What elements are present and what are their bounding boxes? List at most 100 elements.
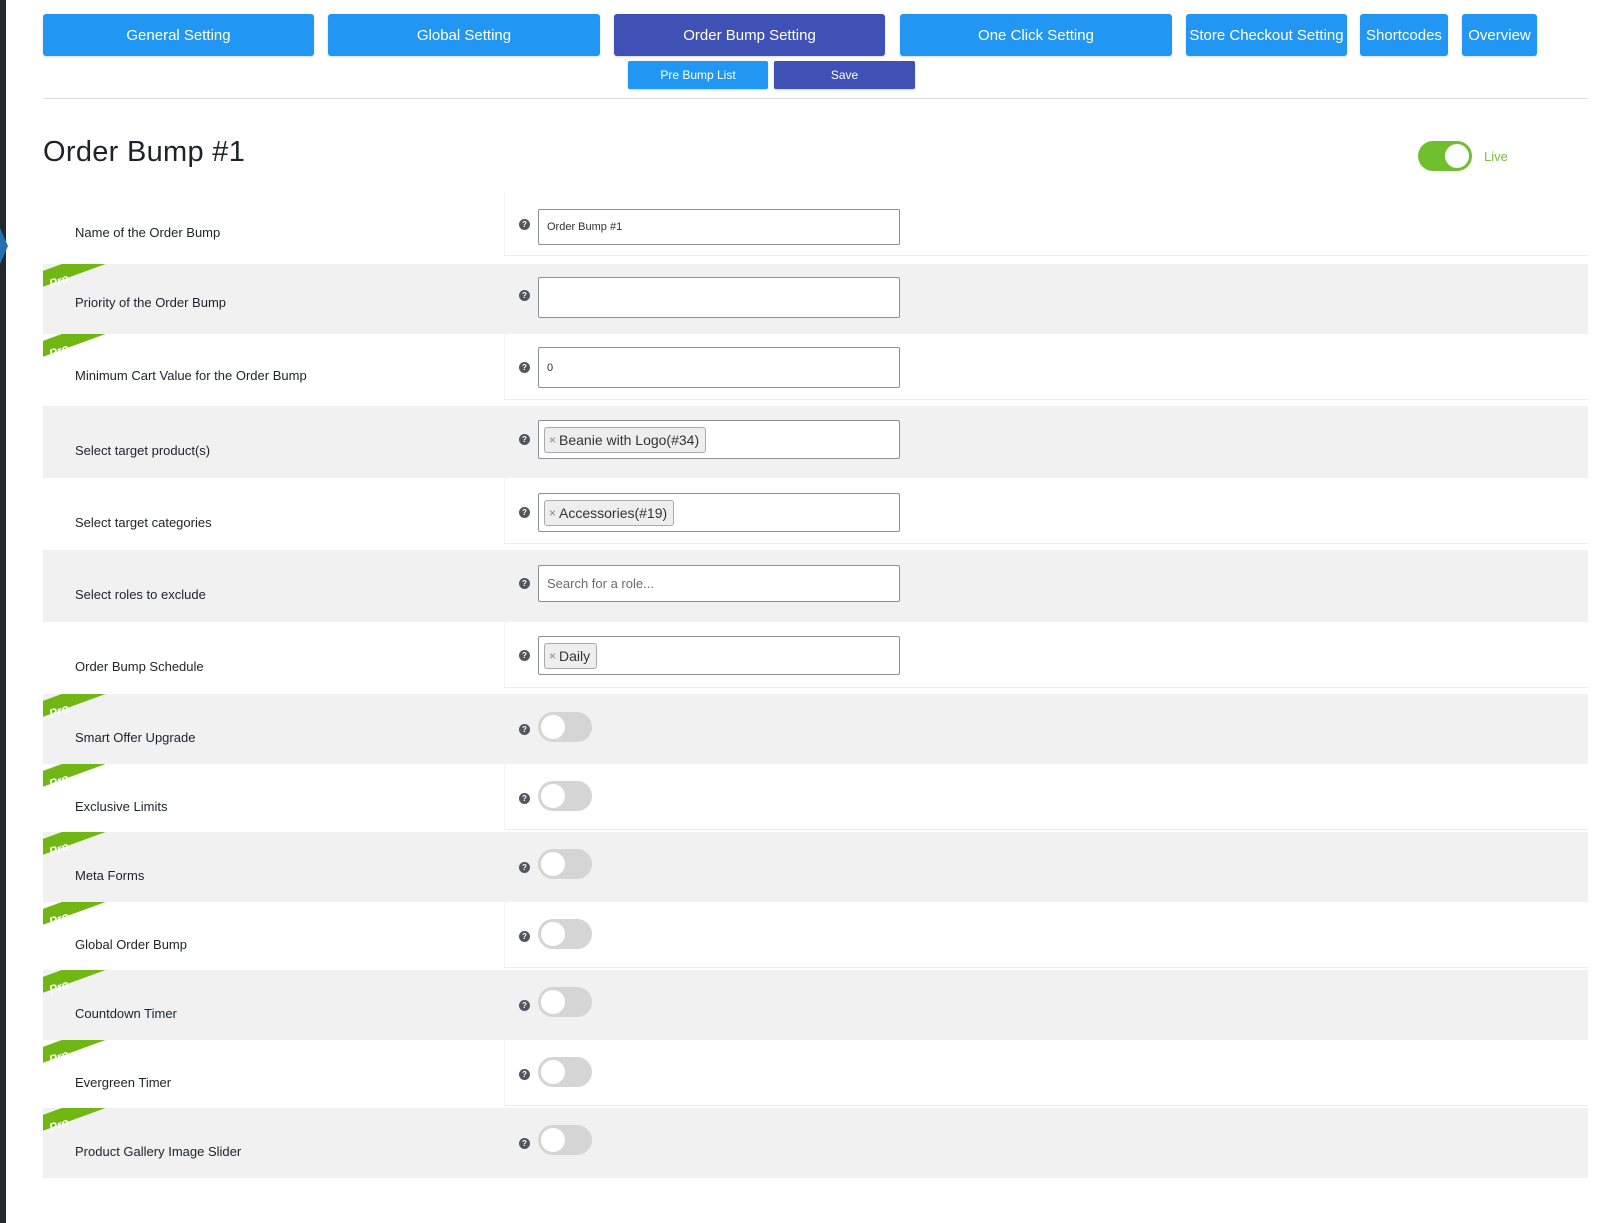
product-gallery-image-slider-toggle[interactable] (538, 1125, 592, 1155)
field-label: Meta Forms (75, 868, 145, 883)
pro-badge: Pro (43, 970, 109, 1002)
input-value: 0 (547, 361, 554, 374)
field-label: Select target categories (75, 515, 212, 530)
minimum-cart-value-input[interactable]: 0 (538, 347, 900, 388)
row-countdown-timer: Pro Countdown Timer ? (43, 970, 1588, 1040)
tab-shortcodes[interactable]: Shortcodes (1360, 14, 1448, 56)
header-divider (43, 98, 1588, 99)
help-icon[interactable]: ? (519, 578, 530, 589)
smart-offer-upgrade-toggle[interactable] (538, 712, 592, 742)
pro-badge: Pro (43, 264, 109, 296)
help-icon[interactable]: ? (519, 793, 530, 804)
help-icon[interactable]: ? (519, 931, 530, 942)
live-status-label: Live (1484, 149, 1508, 164)
toggle-knob (541, 1060, 565, 1084)
field-cell (504, 764, 1588, 830)
toggle-knob (1445, 144, 1469, 168)
pro-badge: Pro (43, 764, 109, 796)
tab-order-bump-setting[interactable]: Order Bump Setting (614, 14, 885, 56)
field-label: Product Gallery Image Slider (75, 1144, 242, 1159)
pro-badge: Pro (43, 694, 109, 726)
pro-badge: Pro (43, 832, 109, 864)
toggle-knob (541, 990, 565, 1014)
row-target-categories: Select target categories ? × Accessories(… (43, 478, 1588, 544)
field-label: Minimum Cart Value for the Order Bump (75, 368, 307, 383)
field-label: Smart Offer Upgrade (75, 730, 196, 745)
remove-tag-icon[interactable]: × (549, 506, 556, 520)
row-exclude-roles: Select roles to exclude ? Search for a r… (43, 550, 1588, 622)
help-icon[interactable]: ? (519, 1138, 530, 1149)
toggle-knob (541, 715, 565, 739)
row-target-products: Select target product(s) ? × Beanie with … (43, 406, 1588, 478)
field-label: Priority of the Order Bump (75, 295, 226, 310)
order-bump-schedule-select[interactable]: × Daily (538, 636, 900, 675)
target-categories-select[interactable]: × Accessories(#19) (538, 493, 900, 532)
pro-badge: Pro (43, 1040, 109, 1072)
pre-bump-list-button[interactable]: Pre Bump List (628, 61, 768, 89)
pro-badge: Pro (43, 334, 109, 366)
row-minimum-cart-value: Pro Minimum Cart Value for the Order Bum… (43, 334, 1588, 400)
toggle-knob (541, 784, 565, 808)
row-order-bump-name: Name of the Order Bump ? Order Bump #1 (43, 192, 1588, 256)
help-icon[interactable]: ? (519, 1069, 530, 1080)
help-icon[interactable]: ? (519, 862, 530, 873)
help-icon[interactable]: ? (519, 650, 530, 661)
priority-input[interactable] (538, 277, 900, 318)
row-order-bump-schedule: Order Bump Schedule ? × Daily (43, 622, 1588, 688)
row-product-gallery-image-slider: Pro Product Gallery Image Slider ? (43, 1108, 1588, 1178)
tab-overview[interactable]: Overview (1462, 14, 1537, 56)
row-smart-offer-upgrade: Pro Smart Offer Upgrade ? (43, 694, 1588, 764)
row-evergreen-timer: Pro Evergreen Timer ? (43, 1040, 1588, 1106)
target-products-select[interactable]: × Beanie with Logo(#34) (538, 420, 900, 459)
field-label: Countdown Timer (75, 1006, 177, 1021)
row-meta-forms: Pro Meta Forms ? (43, 832, 1588, 902)
evergreen-timer-toggle[interactable] (538, 1057, 592, 1087)
toggle-knob (541, 922, 565, 946)
field-label: Exclusive Limits (75, 799, 168, 814)
live-status-toggle[interactable] (1418, 141, 1472, 171)
row-priority: Pro Priority of the Order Bump ? (43, 264, 1588, 334)
tab-global-setting[interactable]: Global Setting (328, 14, 600, 56)
selected-tag: × Daily (544, 642, 598, 669)
field-label: Evergreen Timer (75, 1075, 172, 1090)
tab-store-checkout-setting[interactable]: Store Checkout Setting (1186, 14, 1347, 56)
exclude-roles-search-input[interactable]: Search for a role... (538, 565, 900, 602)
tab-one-click-setting[interactable]: One Click Setting (900, 14, 1172, 56)
help-icon[interactable]: ? (519, 219, 530, 230)
tab-general-setting[interactable]: General Setting (43, 14, 314, 56)
remove-tag-icon[interactable]: × (549, 433, 556, 447)
field-label: Select target product(s) (75, 443, 211, 458)
toggle-knob (541, 852, 565, 876)
field-label: Order Bump Schedule (75, 659, 204, 674)
selected-tag: × Accessories(#19) (544, 499, 675, 526)
toggle-knob (541, 1128, 565, 1152)
sidebar-collapse-arrow-icon (0, 228, 8, 264)
selected-tag: × Beanie with Logo(#34) (544, 426, 707, 453)
field-label: Name of the Order Bump (75, 225, 221, 240)
pro-badge: Pro (43, 902, 109, 934)
page-title: Order Bump #1 (43, 136, 246, 168)
help-icon[interactable]: ? (519, 290, 530, 301)
field-label: Global Order Bump (75, 937, 187, 952)
input-placeholder: Search for a role... (547, 576, 654, 591)
help-icon[interactable]: ? (519, 724, 530, 735)
help-icon[interactable]: ? (519, 362, 530, 373)
help-icon[interactable]: ? (519, 434, 530, 445)
meta-forms-toggle[interactable] (538, 849, 592, 879)
global-order-bump-toggle[interactable] (538, 919, 592, 949)
countdown-timer-toggle[interactable] (538, 987, 592, 1017)
help-icon[interactable]: ? (519, 507, 530, 518)
row-exclusive-limits: Pro Exclusive Limits ? (43, 764, 1588, 830)
save-button[interactable]: Save (774, 61, 915, 89)
field-label: Select roles to exclude (75, 587, 206, 602)
settings-tabs: General Setting Global Setting Order Bum… (43, 14, 1583, 56)
field-cell (504, 902, 1588, 968)
order-bump-name-input[interactable]: Order Bump #1 (538, 209, 900, 245)
row-global-order-bump: Pro Global Order Bump ? (43, 902, 1588, 968)
exclusive-limits-toggle[interactable] (538, 781, 592, 811)
input-value: Order Bump #1 (547, 221, 623, 233)
remove-tag-icon[interactable]: × (549, 649, 556, 663)
help-icon[interactable]: ? (519, 1000, 530, 1011)
admin-sidebar-edge (0, 0, 6, 1223)
pro-badge: Pro (43, 1108, 109, 1140)
